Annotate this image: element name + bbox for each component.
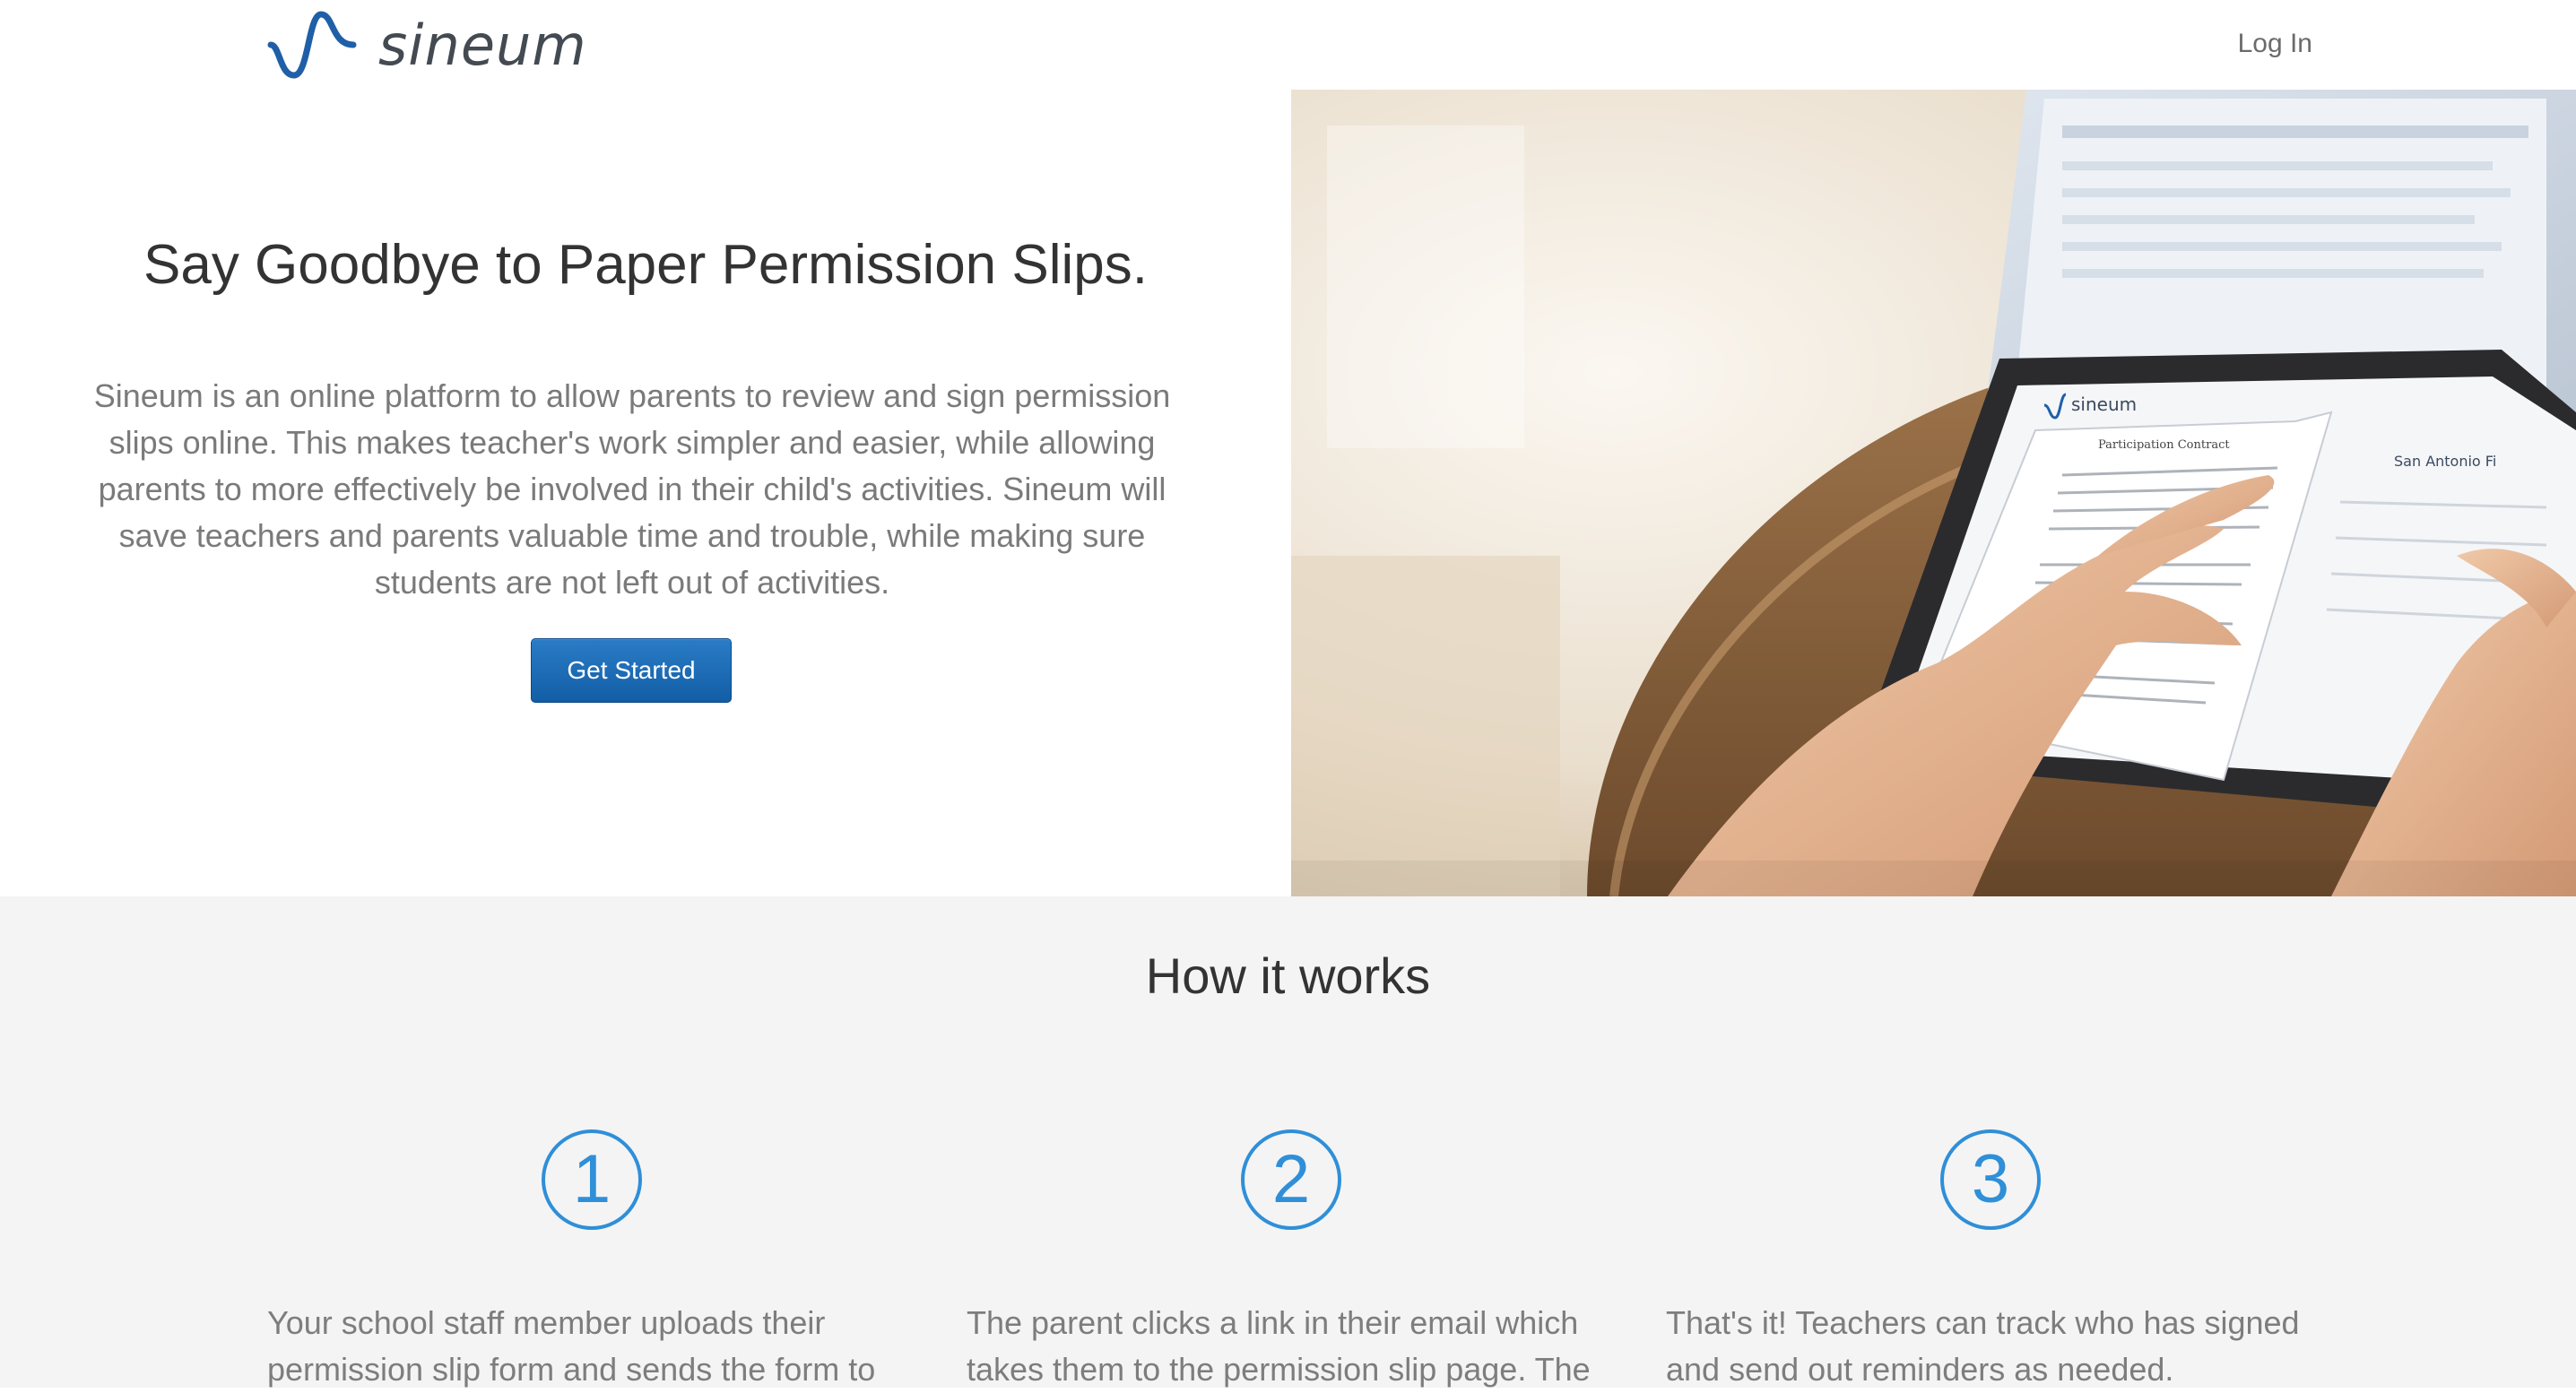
how-it-works-section: How it works 1 Your school staff member … — [0, 896, 2576, 1388]
tablet-photo-illustration: sineum Participation Contract San Antoni… — [1291, 90, 2576, 896]
tablet-brand-text: sineum — [2071, 394, 2137, 415]
tablet-doc-heading: Participation Contract — [2098, 438, 2230, 452]
site-header: sineum Log In — [0, 0, 2576, 90]
how-it-works-title: How it works — [1145, 947, 1431, 1004]
step-text-3: That's it! Teachers can track who has si… — [1666, 1304, 2300, 1388]
brand-name: sineum — [378, 12, 587, 78]
hero-text-panel: Say Goodbye to Paper Permission Slips. S… — [0, 90, 1291, 896]
step-number-3: 3 — [1940, 1129, 2041, 1230]
get-started-button[interactable]: Get Started — [531, 638, 732, 703]
hero-description: Sineum is an online platform to allow pa… — [93, 377, 1171, 601]
hero-title: Say Goodbye to Paper Permission Slips. — [143, 234, 1148, 296]
step-number-1: 1 — [542, 1129, 642, 1230]
brand-logo[interactable]: sineum — [267, 9, 587, 81]
login-link[interactable]: Log In — [2238, 29, 2312, 59]
step-number-2: 2 — [1241, 1129, 1341, 1230]
hero-photo: sineum Participation Contract San Antoni… — [1291, 90, 2576, 896]
sine-wave-icon — [267, 11, 357, 79]
step-text-2: The parent clicks a link in their email … — [967, 1304, 1591, 1388]
tablet-doc-title: San Antonio Fi — [2394, 453, 2496, 470]
step-text-1: Your school staff member uploads their p… — [267, 1304, 876, 1388]
hero-section: Say Goodbye to Paper Permission Slips. S… — [0, 90, 2576, 896]
